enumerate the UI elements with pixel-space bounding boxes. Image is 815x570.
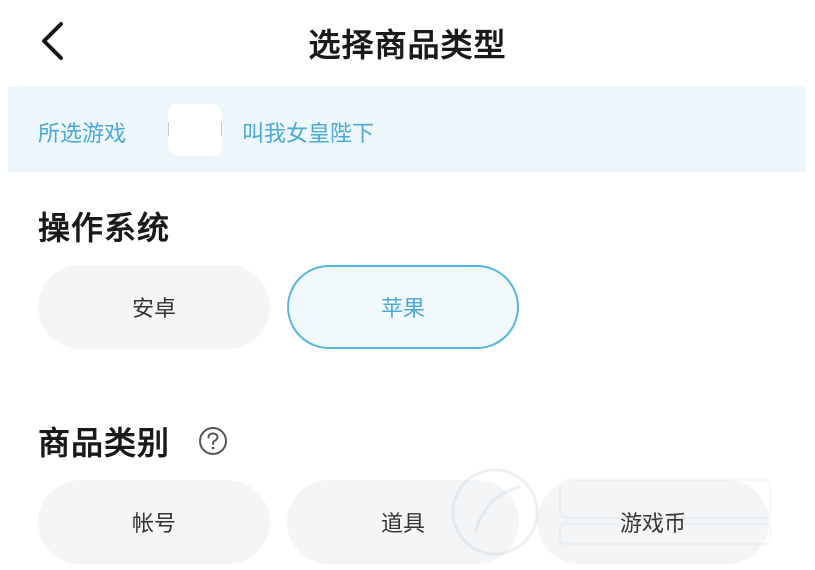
category-option-label: 道具 (380, 512, 425, 537)
category-option-label: 游戏币 (619, 512, 686, 537)
category-option-game-coin[interactable]: 游戏币 (537, 480, 769, 564)
selected-game-banner: 所选游戏 叫我女皇陛下 (8, 86, 806, 172)
os-option-android[interactable]: 安卓 (38, 265, 270, 349)
category-option-item[interactable]: 道具 (287, 480, 519, 564)
os-section-title: 操作系统 (38, 209, 171, 247)
os-option-ios[interactable]: 苹果 (287, 265, 519, 349)
category-section-title: 商品类别 (38, 424, 171, 462)
question-circle-icon[interactable] (198, 426, 228, 456)
category-option-label: 帐号 (131, 512, 176, 537)
game-thumbnail (168, 104, 222, 156)
page-title: 选择商品类型 (308, 26, 507, 64)
os-option-label: 苹果 (380, 297, 425, 322)
category-option-account[interactable]: 帐号 (38, 480, 270, 564)
top-bar: 选择商品类型 (0, 0, 815, 85)
os-option-label: 安卓 (131, 297, 176, 322)
selected-game-label: 所选游戏 (38, 122, 127, 147)
selected-game-name: 叫我女皇陛下 (242, 122, 375, 147)
